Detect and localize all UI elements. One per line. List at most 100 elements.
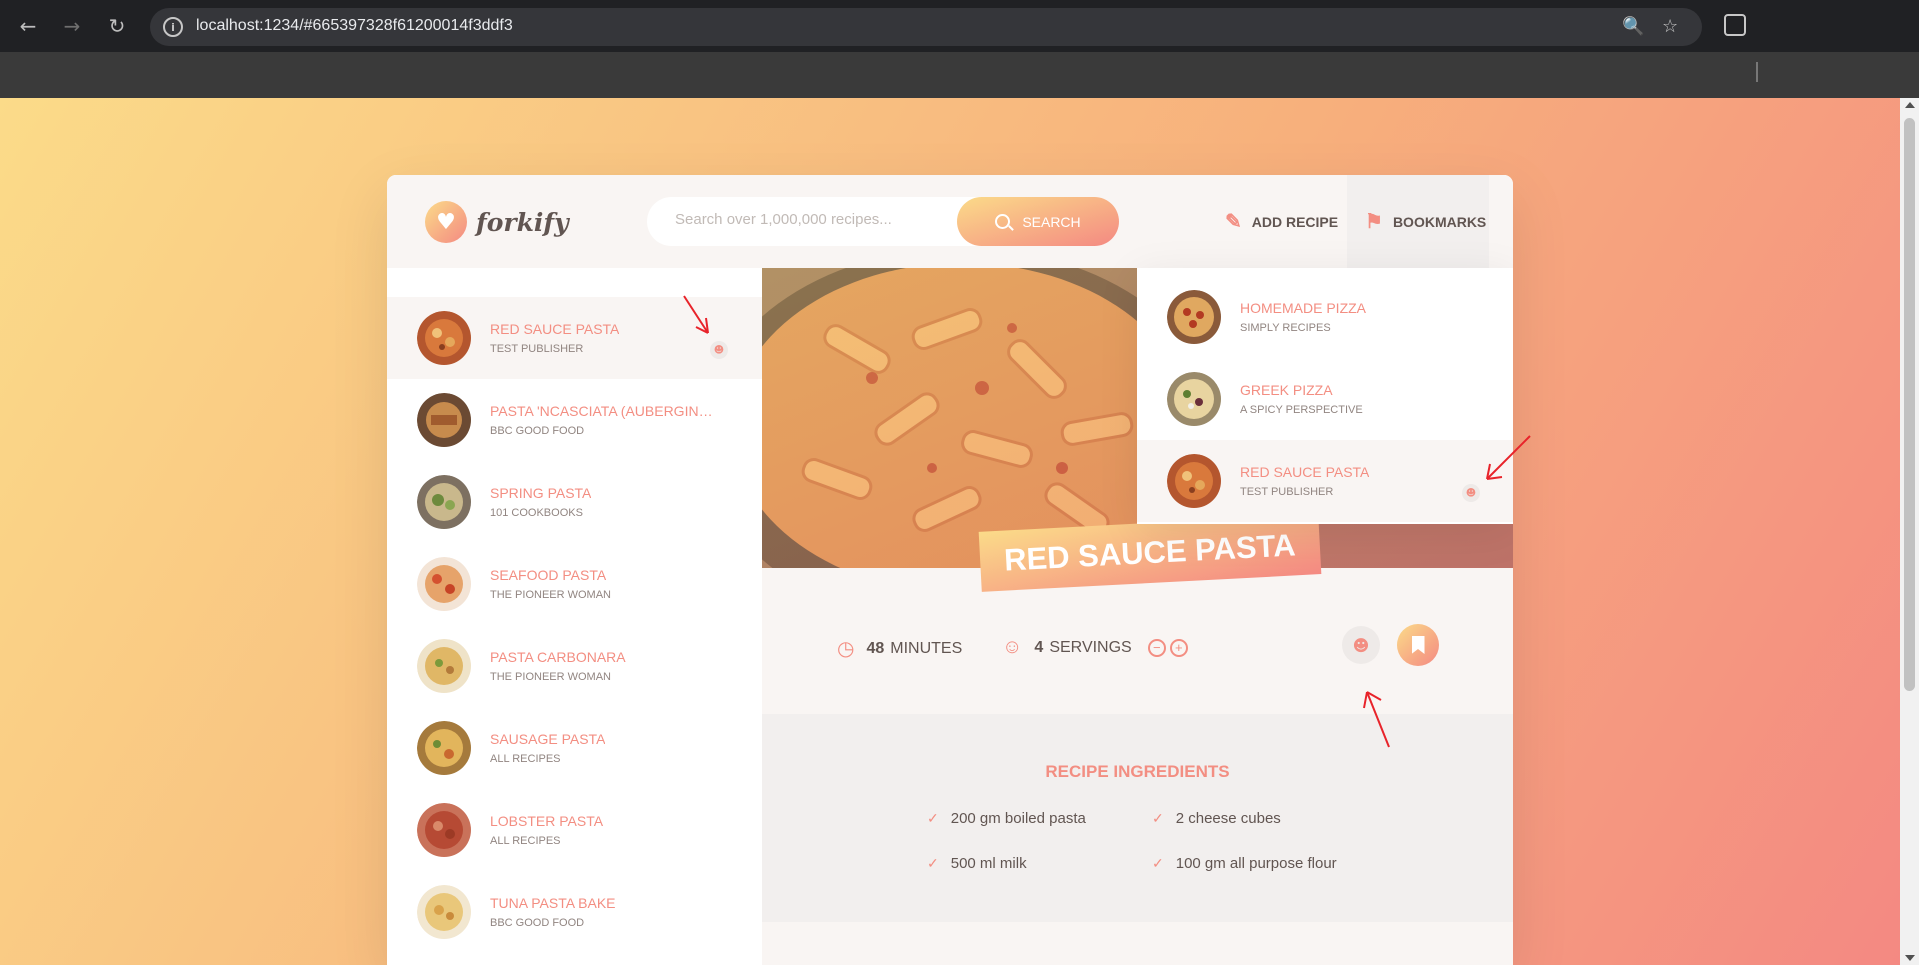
search-icon bbox=[995, 214, 1011, 229]
ingredient-text: 100 gm all purpose flour bbox=[1175, 855, 1337, 872]
bookmarks-label: BOOKMARKS bbox=[1392, 213, 1487, 230]
logo-text: forkify bbox=[476, 207, 569, 237]
servings: ☺ 4 SERVINGS − + bbox=[1002, 636, 1188, 659]
result-publisher: THE PIONEER WOMAN bbox=[490, 589, 612, 601]
increase-servings-button[interactable]: + bbox=[1169, 638, 1188, 657]
servings-value: 4 bbox=[1034, 638, 1044, 656]
edit-icon: ✎ bbox=[1225, 211, 1242, 233]
bookmark-title: RED SAUCE PASTA bbox=[1240, 464, 1370, 480]
bookmarks-panel: HOMEMADE PIZZA SIMPLY RECIPES GREEK PIZZ… bbox=[1137, 268, 1513, 524]
toolbar-divider bbox=[1756, 62, 1758, 82]
address-bar[interactable]: i localhost:1234/#665397328f61200014f3dd… bbox=[150, 8, 1702, 46]
recipe-thumbnail bbox=[417, 803, 472, 858]
recipe-thumbnail bbox=[417, 639, 472, 694]
bookmark-title: HOMEMADE PIZZA bbox=[1240, 300, 1367, 316]
site-info-icon[interactable]: i bbox=[163, 17, 183, 37]
result-publisher: 101 COOKBOOKS bbox=[490, 507, 583, 519]
ingredient-item: ✓ 500 ml milk bbox=[927, 855, 1027, 872]
result-title: SEAFOOD PASTA bbox=[490, 567, 607, 583]
result-publisher: ALL RECIPES bbox=[490, 835, 561, 847]
user-generated-icon: ☻ bbox=[1342, 626, 1380, 664]
result-publisher: THE PIONEER WOMAN bbox=[490, 671, 612, 683]
page-background: ♥ forkify SEARCH ✎ ADD RECIPE ⚑ BOOKMARK… bbox=[0, 98, 1900, 965]
bookmarks-button[interactable]: ⚑ BOOKMARKS bbox=[1347, 175, 1489, 268]
check-icon: ✓ bbox=[1152, 855, 1164, 871]
result-item[interactable]: SEAFOOD PASTA THE PIONEER WOMAN bbox=[387, 543, 762, 625]
bookmark-icon: ⚑ bbox=[1365, 211, 1383, 233]
check-icon: ✓ bbox=[1152, 810, 1164, 826]
recipe-thumbnail bbox=[417, 393, 472, 448]
recipe-thumbnail bbox=[1167, 372, 1222, 427]
check-icon: ✓ bbox=[927, 855, 939, 871]
cooking-time: ◷ 48 MINUTES bbox=[837, 636, 962, 661]
zoom-icon[interactable]: 🔍 bbox=[1622, 16, 1644, 37]
result-publisher: BBC GOOD FOOD bbox=[490, 425, 585, 437]
result-item[interactable]: TUNA PASTA BAKE BBC GOOD FOOD bbox=[387, 871, 762, 953]
result-item[interactable]: LOBSTER PASTA ALL RECIPES bbox=[387, 789, 762, 871]
ingredient-text: 500 ml milk bbox=[950, 855, 1027, 872]
add-recipe-label: ADD RECIPE bbox=[1251, 213, 1339, 230]
back-arrow-icon[interactable]: ← bbox=[14, 12, 42, 40]
clock-icon: ◷ bbox=[837, 638, 855, 660]
star-icon[interactable]: ☆ bbox=[1662, 16, 1678, 37]
reload-icon[interactable]: ↻ bbox=[103, 12, 131, 40]
recipe-thumbnail bbox=[417, 721, 472, 776]
scroll-up-arrow-icon[interactable] bbox=[1905, 102, 1915, 108]
browser-toolbar: ← → ↻ i localhost:1234/#665397328f612000… bbox=[0, 0, 1919, 52]
recipe-thumbnail bbox=[417, 311, 472, 366]
search-button[interactable]: SEARCH bbox=[957, 197, 1119, 246]
extensions-icon[interactable] bbox=[1724, 14, 1746, 36]
result-item[interactable]: SPRING PASTA 101 COOKBOOKS bbox=[387, 461, 762, 543]
result-publisher: ALL RECIPES bbox=[490, 753, 561, 765]
scroll-thumb[interactable] bbox=[1904, 118, 1915, 691]
bookmark-recipe-button[interactable] bbox=[1397, 624, 1439, 666]
add-recipe-button[interactable]: ✎ ADD RECIPE bbox=[1225, 175, 1338, 268]
decrease-servings-button[interactable]: − bbox=[1147, 638, 1166, 657]
app-header: ♥ forkify SEARCH ✎ ADD RECIPE ⚑ BOOKMARK… bbox=[387, 175, 1513, 268]
recipe-directions-area bbox=[762, 922, 1513, 965]
ingredients-heading: RECIPE INGREDIENTS bbox=[1045, 762, 1230, 781]
scroll-down-arrow-icon[interactable] bbox=[1905, 955, 1915, 961]
result-title: PASTA CARBONARA bbox=[490, 649, 626, 665]
bookmark-title: GREEK PIZZA bbox=[1240, 382, 1333, 398]
recipe-thumbnail bbox=[417, 475, 472, 530]
recipe-thumbnail bbox=[1167, 454, 1222, 509]
bookmark-item[interactable]: GREEK PIZZA A SPICY PERSPECTIVE bbox=[1137, 358, 1513, 440]
forward-arrow-icon[interactable]: → bbox=[58, 12, 86, 40]
minutes-label: MINUTES bbox=[890, 639, 963, 657]
result-item[interactable]: PASTA CARBONARA THE PIONEER WOMAN bbox=[387, 625, 762, 707]
app-container: ♥ forkify SEARCH ✎ ADD RECIPE ⚑ BOOKMARK… bbox=[387, 175, 1513, 965]
result-title: PASTA 'NCASCIATA (AUBERGINE ... bbox=[490, 403, 720, 419]
recipe-thumbnail bbox=[1167, 290, 1222, 345]
bookmarks-bar bbox=[0, 52, 1919, 98]
recipe-thumbnail bbox=[417, 885, 472, 940]
users-icon: ☺ bbox=[1002, 636, 1023, 658]
result-publisher: TEST PUBLISHER bbox=[490, 343, 584, 355]
bookmark-item[interactable]: HOMEMADE PIZZA SIMPLY RECIPES bbox=[1137, 276, 1513, 358]
result-item[interactable]: SAUSAGE PASTA ALL RECIPES bbox=[387, 707, 762, 789]
page-scrollbar[interactable] bbox=[1900, 98, 1919, 965]
search-results: RED SAUCE PASTA TEST PUBLISHER ☻ PASTA '… bbox=[387, 268, 762, 965]
result-title: SPRING PASTA bbox=[490, 485, 592, 501]
recipe-ingredients: RECIPE INGREDIENTS ✓ 200 gm boiled pasta… bbox=[762, 714, 1513, 922]
bookmark-publisher: SIMPLY RECIPES bbox=[1240, 322, 1331, 334]
user-generated-icon: ☻ bbox=[1462, 484, 1480, 502]
bookmark-fill-icon bbox=[1411, 636, 1425, 654]
result-title: LOBSTER PASTA bbox=[490, 813, 604, 829]
result-title: SAUSAGE PASTA bbox=[490, 731, 606, 747]
logo[interactable]: ♥ forkify bbox=[425, 201, 569, 243]
address-url[interactable]: localhost:1234/#665397328f61200014f3ddf3 bbox=[196, 17, 513, 35]
search-input[interactable] bbox=[675, 211, 955, 228]
recipe-thumbnail bbox=[417, 557, 472, 612]
result-title: TUNA PASTA BAKE bbox=[490, 895, 616, 911]
result-item[interactable]: PASTA 'NCASCIATA (AUBERGINE ... BBC GOOD… bbox=[387, 379, 762, 461]
ingredient-text: 200 gm boiled pasta bbox=[950, 810, 1086, 827]
result-publisher: BBC GOOD FOOD bbox=[490, 917, 585, 929]
result-item[interactable]: RED SAUCE PASTA TEST PUBLISHER ☻ bbox=[387, 297, 762, 379]
bookmark-item[interactable]: RED SAUCE PASTA TEST PUBLISHER ☻ bbox=[1137, 440, 1513, 522]
ingredient-item: ✓ 200 gm boiled pasta bbox=[927, 810, 1086, 827]
fork-knife-icon: ♥ bbox=[425, 201, 467, 243]
search-form: SEARCH bbox=[647, 197, 1119, 246]
ingredient-text: 2 cheese cubes bbox=[1175, 810, 1281, 827]
minutes-value: 48 bbox=[866, 639, 885, 657]
